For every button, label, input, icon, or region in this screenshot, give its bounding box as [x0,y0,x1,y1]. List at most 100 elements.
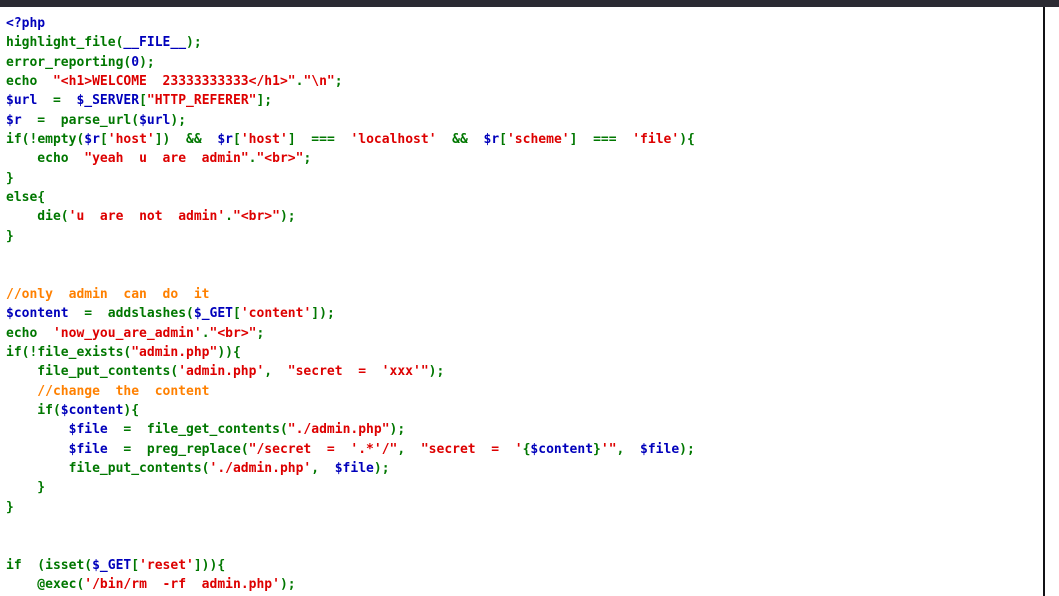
code-token-kw: = [107,441,147,457]
code-token-str: 'reset' [139,557,194,573]
code-line: $file = preg_replace("/secret = '.*'/", … [6,440,1043,459]
code-token-kw: echo [6,151,85,167]
code-token-kw: , [397,441,421,457]
code-token-kw: ( [131,112,140,128]
code-line: error_reporting(0); [6,53,1043,72]
code-token-kw: ); [389,422,406,438]
code-token-var: $_GET [193,306,234,322]
code-token-kw: ( [186,306,194,322]
code-token-kw: [ [499,132,507,148]
code-token-var: $r [6,112,22,128]
code-token-kw: = [37,93,77,109]
code-token-kw: file_put_contents( [6,364,179,380]
php-source-listing[interactable]: <?php highlight_file(__FILE__); error_repo… [0,7,1043,596]
code-line: if(!empty($r['host']) && $r['host'] === … [6,130,1043,149]
code-line: if($content){ [6,401,1043,420]
code-line: <?php [6,14,1043,33]
code-token-kw: , [264,364,288,380]
code-line: highlight_file(__FILE__); [6,33,1043,52]
code-token-kw: && [436,132,484,148]
code-token-var: $file [6,422,108,438]
code-token-com: //change the content [6,383,210,399]
code-token-kw: if(! [6,132,38,148]
code-token-var: $r [84,132,100,148]
code-token-var: $r [217,132,234,148]
code-token-com: //only admin can do it [6,286,210,302]
code-token-kw: ){ [679,132,695,148]
code-token-kw: ]; [256,93,273,109]
code-token-kw: if(! [6,344,38,360]
code-token-kw: = [68,306,108,322]
code-line: } [6,169,1043,188]
code-token-var: $file [640,441,680,457]
code-token-var: <?php [6,16,46,31]
code-token-str: '/bin/rm -rf admin.php' [84,576,280,592]
code-token-kw: ); [279,209,296,225]
code-line: $file = file_get_contents("./admin.php")… [6,420,1043,439]
code-token-kw: file_put_contents( [6,460,210,476]
code-token-str: './admin.php' [209,460,312,476]
code-token-str: "\n" [303,74,335,90]
code-token-str: "yeah u are admin" [84,151,249,167]
code-token-kw: )){ [217,344,241,360]
code-token-str: 'u are not admin' [68,209,226,225]
code-token-kw: } [593,441,601,457]
code-line: if (isset($_GET['reset'])){ [6,556,1043,575]
code-token-str: "<br>" [256,151,304,167]
code-token-kw: ] === [569,132,633,148]
code-token-var: $file [334,460,374,476]
code-line: die('u are not admin'."<br>"); [6,207,1043,226]
code-token-var: $content [60,402,124,418]
code-token-kw: } [6,228,14,244]
code-token-kw: file_exists [37,344,124,360]
code-token-kw: ; [334,74,343,90]
code-line: else{ [6,188,1043,207]
code-token-str: 'admin.php' [178,364,265,380]
code-token-kw: if (isset( [6,557,93,573]
code-token-str: 'host' [240,132,288,148]
code-token-var: $content [530,441,594,457]
code-line: $r = parse_url($url); [6,111,1043,130]
code-line: //change the content [6,382,1043,401]
code-line: file_put_contents('admin.php', "secret =… [6,362,1043,381]
code-token-var: $url [6,93,38,109]
code-token-kw: addslashes [107,306,187,322]
code-token-str: "HTTP_REFERER" [146,93,257,109]
code-token-kw: } [6,480,46,496]
code-token-kw: file_get_contents [146,422,280,438]
code-token-kw: ] === [287,132,351,148]
code-token-kw: ( [240,441,249,457]
code-token-kw: ){ [123,402,140,418]
code-token-kw: ); [139,54,155,70]
code-token-var: 0 [131,54,140,70]
code-token-kw: [ [139,93,147,109]
code-token-str: "<br>" [209,325,257,341]
code-token-kw: [ [233,132,241,148]
code-token-kw: die( [6,209,69,225]
code-token-kw: [ [131,557,140,573]
code-line: } [6,478,1043,497]
code-token-str: 'localhost' [350,132,437,148]
code-token-kw: , [616,441,641,457]
code-token-kw: ); [186,35,202,51]
code-token-str: "<h1>WELCOME 23333333333</h1>" [52,74,296,90]
browser-viewport: <?php highlight_file(__FILE__); error_repo… [0,0,1059,596]
code-line: $content = addslashes($_GET['content']); [6,304,1043,323]
code-token-kw: = [21,112,61,128]
code-token-kw: if( [6,402,61,418]
code-token-kw: echo [6,325,53,341]
code-line: } [6,498,1043,517]
code-line: file_put_contents('./admin.php', $file); [6,459,1043,478]
code-token-kw: . [225,209,233,225]
code-line: $url = $_SERVER["HTTP_REFERER"]; [6,91,1043,110]
code-token-var: $r [483,132,500,148]
code-token-str: 'content' [240,306,312,322]
code-token-kw: ); [279,576,296,592]
code-token-str: '" [600,441,617,457]
code-line: echo "yeah u are admin"."<br>"; [6,149,1043,168]
code-token-str: 'host' [107,132,155,148]
code-token-var: $content [6,306,69,322]
